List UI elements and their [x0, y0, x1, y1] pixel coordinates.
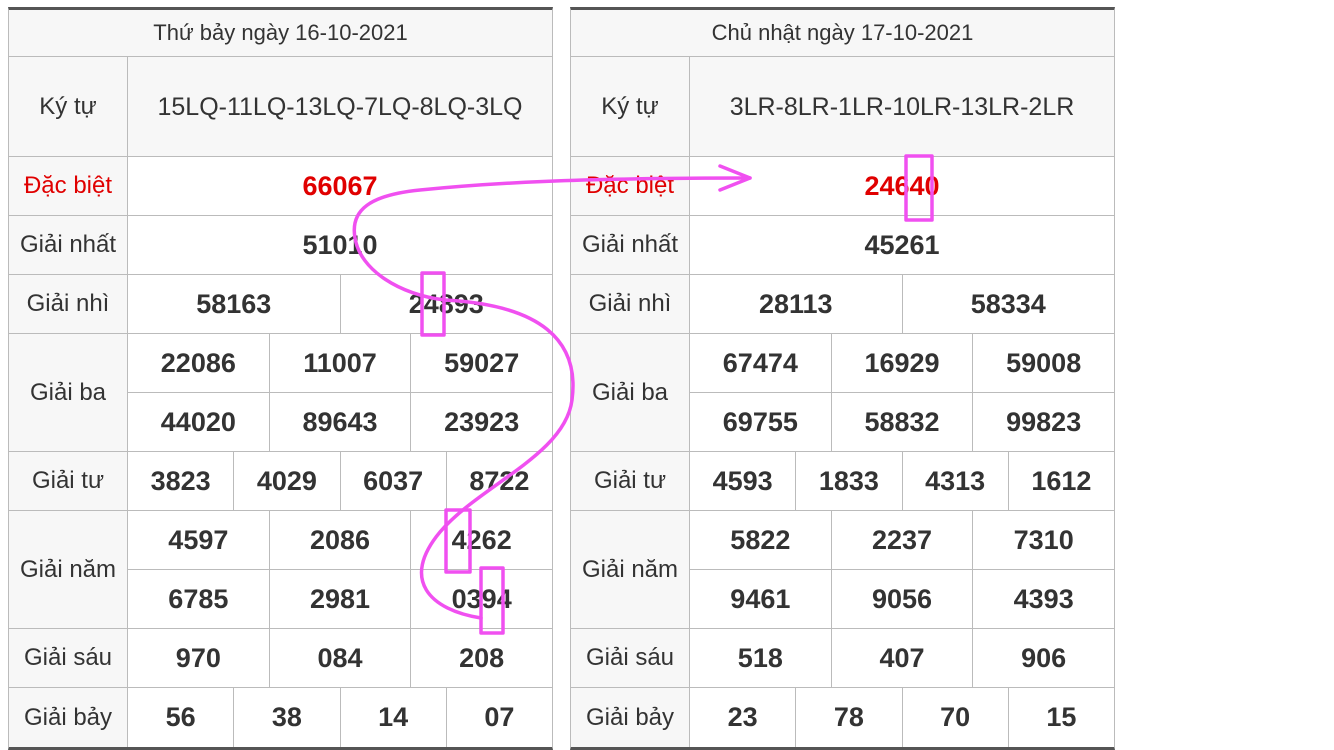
- giai-ba-value: 22086: [160, 347, 236, 378]
- label-giai-nhat: Giải nhất: [9, 216, 128, 274]
- row-giai-tu: Giải tư 3823 4029 6037 8722: [9, 452, 552, 511]
- giai-nhi-value: 58334: [901, 275, 1115, 333]
- giai-nhat-value: 45261: [864, 229, 940, 260]
- giai-nam-value: 9056: [830, 570, 973, 628]
- label-ky-tu: Ký tự: [571, 57, 690, 156]
- row-giai-ba: Giải ba 22086 11007 59027 44020 89643 23…: [9, 334, 552, 452]
- row-giai-nhat: Giải nhất 45261: [571, 216, 1114, 275]
- ky-tu-value: 3LR-8LR-1LR-10LR-13LR-2LR: [690, 57, 1114, 156]
- label-giai-nhi: Giải nhì: [9, 275, 128, 333]
- label-giai-nam: Giải năm: [571, 511, 690, 628]
- giai-bay-value: 56: [165, 702, 196, 732]
- row-giai-bay: Giải bảy 23 78 70 15: [571, 688, 1114, 747]
- giai-bay-value: 07: [445, 688, 552, 747]
- giai-sau-value: 407: [830, 629, 973, 687]
- label-giai-bay: Giải bảy: [9, 688, 128, 747]
- giai-ba-value: 69755: [722, 406, 798, 437]
- row-ky-tu: Ký tự 15LQ-11LQ-13LQ-7LQ-8LQ-3LQ: [9, 57, 552, 157]
- giai-ba-value: 23923: [410, 393, 552, 451]
- results-table-left: Thứ bảy ngày 16-10-2021 Ký tự 15LQ-11LQ-…: [8, 7, 553, 750]
- giai-nam-value: 2237: [830, 511, 973, 569]
- giai-bay-value: 70: [901, 688, 1008, 747]
- giai-ba-value: 99823: [972, 393, 1114, 451]
- giai-sau-value: 208: [410, 629, 552, 687]
- label-dac-biet: Đặc biệt: [571, 157, 690, 215]
- giai-ba-value: 59008: [972, 334, 1114, 392]
- row-dac-biet: Đặc biệt 66067: [9, 157, 552, 216]
- giai-bay-value: 38: [233, 688, 339, 747]
- label-giai-sau: Giải sáu: [571, 629, 690, 687]
- label-giai-tu: Giải tư: [571, 452, 690, 510]
- giai-nam-value: 4262: [410, 511, 552, 569]
- giai-tu-value: 8722: [445, 452, 552, 510]
- giai-tu-value: 1612: [1007, 452, 1114, 510]
- dac-biet-value: 66067: [302, 170, 378, 201]
- giai-tu-value: 6037: [339, 452, 446, 510]
- row-ky-tu: Ký tự 3LR-8LR-1LR-10LR-13LR-2LR: [571, 57, 1114, 157]
- giai-ba-value: 16929: [830, 334, 973, 392]
- giai-ba-value: 44020: [160, 406, 236, 437]
- ky-tu-value: 15LQ-11LQ-13LQ-7LQ-8LQ-3LQ: [128, 57, 552, 156]
- giai-nam-value: 4393: [972, 570, 1114, 628]
- row-giai-sau: Giải sáu 970 084 208: [9, 629, 552, 688]
- giai-tu-value: 4029: [233, 452, 339, 510]
- row-giai-nhat: Giải nhất 51010: [9, 216, 552, 275]
- giai-nam-value: 2086: [268, 511, 411, 569]
- row-giai-bay: Giải bảy 56 38 14 07: [9, 688, 552, 747]
- label-giai-ba: Giải ba: [571, 334, 690, 451]
- row-giai-nhi: Giải nhì 58163 24893: [9, 275, 552, 334]
- label-ky-tu: Ký tự: [9, 57, 128, 156]
- giai-tu-value: 1833: [795, 452, 901, 510]
- row-giai-nhi: Giải nhì 28113 58334: [571, 275, 1114, 334]
- row-giai-ba: Giải ba 67474 16929 59008 69755 58832 99…: [571, 334, 1114, 452]
- giai-nam-value: 4597: [168, 524, 229, 555]
- row-giai-sau: Giải sáu 518 407 906: [571, 629, 1114, 688]
- giai-bay-value: 78: [795, 688, 901, 747]
- giai-nam-value: 0394: [410, 570, 552, 628]
- giai-sau-value: 906: [972, 629, 1114, 687]
- dac-biet-value: 24640: [864, 170, 940, 201]
- label-giai-nhi: Giải nhì: [571, 275, 690, 333]
- giai-nam-value: 7310: [972, 511, 1114, 569]
- label-giai-ba: Giải ba: [9, 334, 128, 451]
- giai-tu-value: 3823: [150, 465, 211, 496]
- table-header-date: Chủ nhật ngày 17-10-2021: [571, 10, 1114, 57]
- giai-ba-value: 67474: [722, 347, 798, 378]
- label-giai-tu: Giải tư: [9, 452, 128, 510]
- giai-bay-value: 15: [1007, 688, 1114, 747]
- giai-bay-value: 23: [727, 702, 758, 732]
- giai-nhi-value: 58163: [196, 288, 272, 319]
- row-giai-nam: Giải năm 4597 2086 4262 6785 2981 0394: [9, 511, 552, 629]
- results-table-right: Chủ nhật ngày 17-10-2021 Ký tự 3LR-8LR-1…: [570, 7, 1115, 750]
- label-giai-bay: Giải bảy: [571, 688, 690, 747]
- giai-ba-value: 59027: [410, 334, 552, 392]
- giai-ba-value: 11007: [268, 334, 411, 392]
- giai-nhi-value: 28113: [758, 288, 833, 319]
- label-giai-sau: Giải sáu: [9, 629, 128, 687]
- giai-nam-value: 9461: [730, 583, 791, 614]
- giai-nam-value: 5822: [730, 524, 791, 555]
- label-dac-biet: Đặc biệt: [9, 157, 128, 215]
- giai-sau-value: 518: [737, 642, 783, 673]
- giai-tu-value: 4313: [901, 452, 1008, 510]
- giai-nhi-value: 24893: [339, 275, 553, 333]
- row-giai-nam: Giải năm 5822 2237 7310 9461 9056 4393: [571, 511, 1114, 629]
- giai-sau-value: 084: [268, 629, 411, 687]
- giai-ba-value: 89643: [268, 393, 411, 451]
- giai-tu-value: 4593: [712, 465, 773, 496]
- giai-nam-value: 2981: [268, 570, 411, 628]
- row-dac-biet: Đặc biệt 24640: [571, 157, 1114, 216]
- label-giai-nam: Giải năm: [9, 511, 128, 628]
- giai-ba-value: 58832: [830, 393, 973, 451]
- giai-sau-value: 970: [175, 642, 221, 673]
- row-giai-tu: Giải tư 4593 1833 4313 1612: [571, 452, 1114, 511]
- giai-nam-value: 6785: [168, 583, 229, 614]
- giai-bay-value: 14: [339, 688, 446, 747]
- label-giai-nhat: Giải nhất: [571, 216, 690, 274]
- table-header-date: Thứ bảy ngày 16-10-2021: [9, 10, 552, 57]
- giai-nhat-value: 51010: [302, 229, 378, 260]
